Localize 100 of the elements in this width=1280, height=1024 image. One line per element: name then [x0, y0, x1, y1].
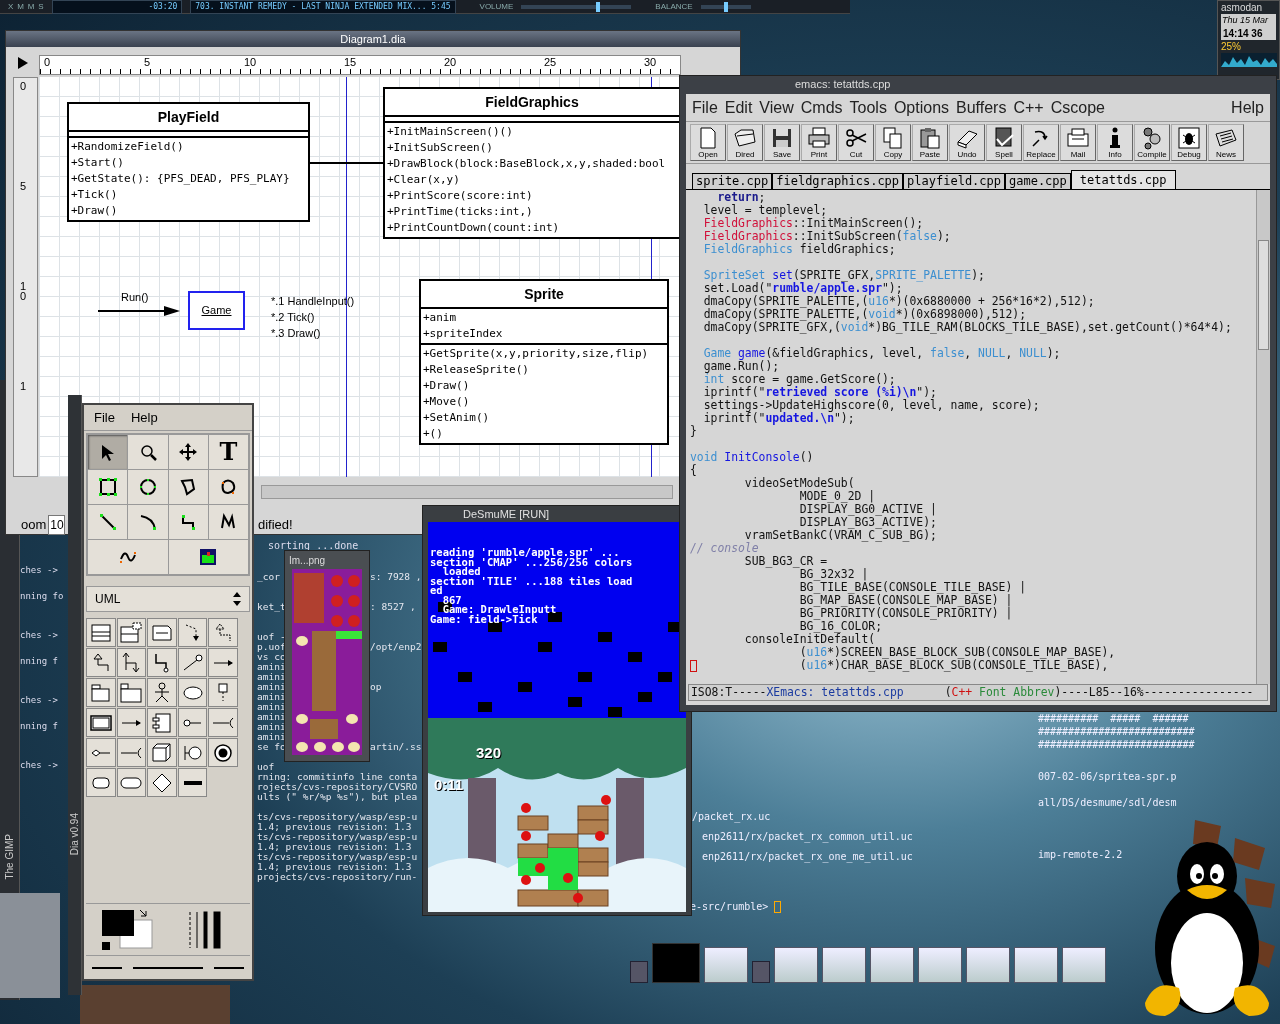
toolbar-button[interactable]: Dired	[727, 124, 763, 161]
shape-tool[interactable]	[86, 708, 116, 737]
zigzag-tool[interactable]	[168, 505, 208, 539]
message-label: *.3 Draw()	[271, 326, 322, 341]
shape-icon	[120, 622, 143, 643]
beziergon-tool[interactable]	[208, 470, 248, 504]
class-method: +InitMainScreen()()	[386, 124, 514, 140]
window-thumbnail[interactable]	[630, 961, 648, 983]
move-icon	[178, 442, 199, 462]
shape-tool[interactable]	[147, 768, 177, 797]
toolbar-button[interactable]: Spell	[986, 124, 1022, 161]
window-thumbnail[interactable]	[918, 947, 962, 983]
code-line: (u16*)SCREEN_BASE_BLOCK_SUB(CONSOLE_MAP_BASE),	[799, 646, 1116, 659]
window-thumbnail[interactable]	[752, 961, 770, 983]
zoom-field[interactable]: 10	[48, 515, 66, 535]
menu-item[interactable]: View	[759, 95, 794, 120]
window-thumbnail[interactable]	[1014, 947, 1058, 983]
menu-item[interactable]: Help	[1231, 95, 1264, 120]
terminal-line: ts/cvs-repository/wasp/esp-u	[257, 832, 418, 842]
text-tool[interactable]: T	[208, 435, 248, 469]
toolbar-button[interactable]: Replace	[1023, 124, 1059, 161]
class-method: +Start()	[70, 155, 125, 171]
toolbar-button[interactable]: Save	[764, 124, 800, 161]
ellipse-tool[interactable]	[128, 470, 168, 504]
balance-slider-thumb[interactable]	[723, 1, 728, 12]
file-tab[interactable]: fieldgraphics.cpp	[772, 173, 904, 189]
terminal-line: uof	[257, 762, 275, 772]
menu-item[interactable]: Help	[130, 407, 158, 428]
shape-tool[interactable]	[116, 768, 147, 797]
polyline-tool[interactable]	[208, 505, 248, 539]
code-line: FieldGraphics::InitSubScreen(false);	[703, 230, 951, 243]
sheet-dropdown[interactable]: UML	[86, 586, 250, 612]
shape-tool[interactable]	[208, 738, 238, 767]
volume-slider-thumb[interactable]	[596, 1, 601, 12]
toolbar-button[interactable]: Compile	[1134, 124, 1170, 161]
shape-icon	[91, 776, 110, 789]
menu-item[interactable]: File	[692, 95, 718, 120]
line-style-swatch[interactable]	[91, 966, 122, 969]
file-tab[interactable]: tetattds.cpp	[1070, 170, 1176, 189]
menu-item[interactable]: Edit	[724, 95, 753, 120]
class-method: +Draw()	[70, 203, 119, 219]
shape-tool[interactable]	[177, 738, 208, 767]
toolbar-button[interactable]: Undo	[949, 124, 985, 161]
shape-tool[interactable]	[177, 768, 208, 797]
move-tool[interactable]	[168, 435, 208, 469]
shape-tool[interactable]	[177, 678, 208, 707]
toolbar-button[interactable]: News	[1208, 124, 1244, 161]
date-text: Thu 15 Mar	[1221, 14, 1276, 27]
toolbar-button[interactable]: Paste	[912, 124, 948, 161]
shape-tool[interactable]	[147, 678, 177, 707]
line-style-swatch[interactable]	[214, 966, 245, 969]
file-tab[interactable]: sprite.cpp	[692, 173, 773, 189]
line-style-swatch[interactable]	[133, 966, 203, 969]
toolbar-button[interactable]: Cut	[838, 124, 874, 161]
window-thumbnail[interactable]	[704, 947, 748, 983]
file-tab[interactable]: playfield.cpp	[903, 173, 1005, 189]
window-thumbnail[interactable]	[822, 947, 866, 983]
code-line: }	[690, 425, 697, 438]
menu-item[interactable]: Tools	[849, 95, 887, 120]
menu-item[interactable]: Buffers	[956, 95, 1007, 120]
menu-item[interactable]: C++	[1013, 95, 1044, 120]
menu-item[interactable]: Cscope	[1050, 95, 1105, 120]
shape-tool[interactable]	[147, 708, 177, 737]
box-tool[interactable]	[88, 470, 128, 504]
window-thumbnail[interactable]	[774, 947, 818, 983]
code-line: SUB_BG3_CR =	[744, 555, 828, 568]
arc-tool[interactable]	[128, 505, 168, 539]
line-tool[interactable]	[88, 505, 128, 539]
window-thumbnail[interactable]	[870, 947, 914, 983]
balance-label: BALANCE	[655, 0, 693, 13]
shape-tool[interactable]	[86, 768, 116, 797]
code-line: BG_PRIORITY(CONSOLE_PRIORITY) |	[799, 607, 1013, 620]
toolbar-button[interactable]: Debug	[1171, 124, 1207, 161]
window-thumbnail[interactable]	[652, 943, 700, 983]
shape-icon	[152, 743, 172, 762]
vertical-scrollbar[interactable]	[1256, 190, 1270, 684]
magnify-tool[interactable]	[128, 435, 168, 469]
horizontal-scrollbar[interactable]	[261, 485, 673, 499]
pages-icon	[881, 126, 905, 150]
toolbar-button[interactable]: Open	[690, 124, 726, 161]
polygon-tool[interactable]	[168, 470, 208, 504]
volume-label: VOLUME	[479, 0, 514, 13]
toolbar-button[interactable]: Mail	[1060, 124, 1096, 161]
window-thumbnail[interactable]	[966, 947, 1010, 983]
menu-item[interactable]: File	[94, 407, 115, 428]
toolbar-button[interactable]: Copy	[875, 124, 911, 161]
terminal-line: amini	[257, 702, 286, 712]
file-tab[interactable]: game.cpp	[1005, 173, 1071, 189]
image-tool[interactable]	[168, 540, 248, 574]
toolbar-button[interactable]: Info	[1097, 124, 1133, 161]
scrollbar-thumb[interactable]	[1258, 240, 1269, 350]
toolbar-button[interactable]: Print	[801, 124, 837, 161]
terminal-line: imp-remote-2.2	[1038, 848, 1124, 861]
menu-item[interactable]: Options	[893, 95, 950, 120]
console-line: section 'TILE' ...188 tiles load	[430, 576, 633, 586]
window-thumbnail[interactable]	[1062, 947, 1106, 983]
shape-icon	[122, 652, 141, 673]
menu-item[interactable]: Cmds	[800, 95, 843, 120]
shape-tool[interactable]	[147, 648, 177, 677]
pointer-tool[interactable]	[88, 435, 128, 469]
